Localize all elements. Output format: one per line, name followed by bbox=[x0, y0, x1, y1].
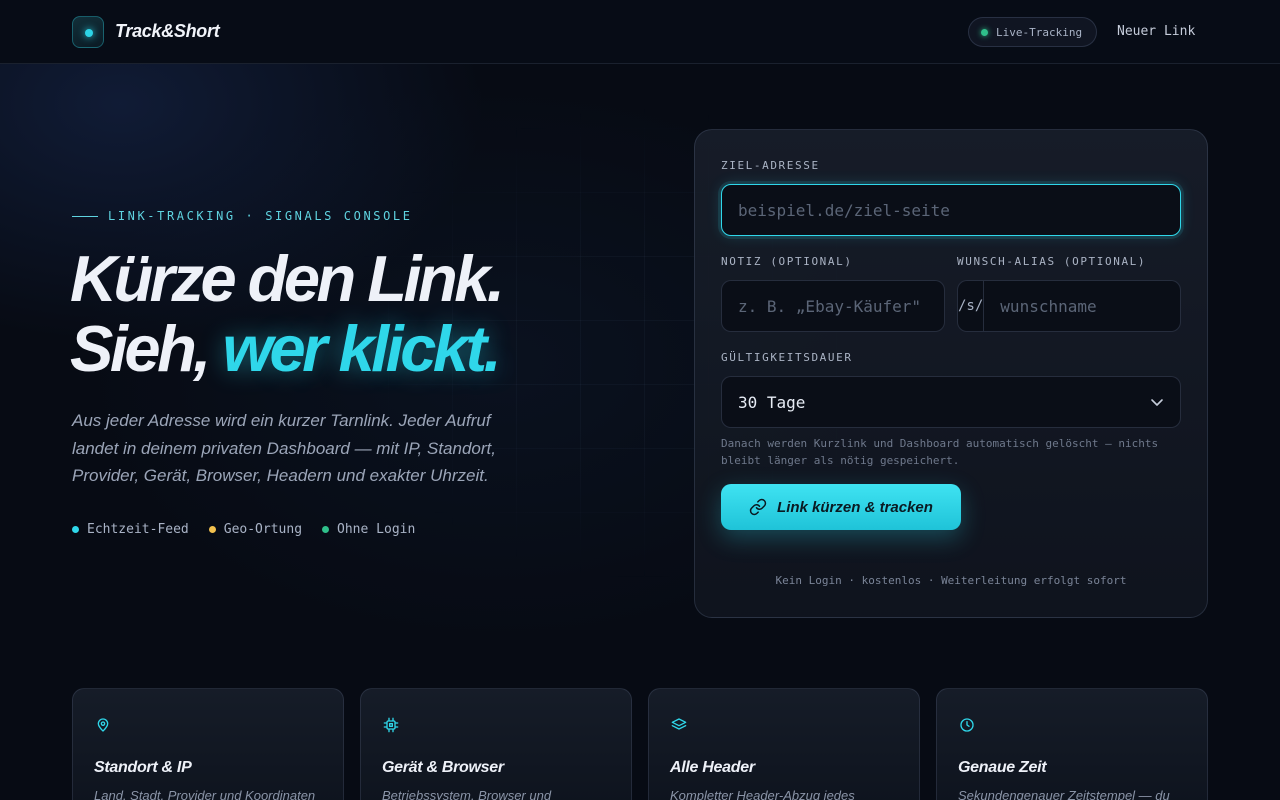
hero-lead: Aus jeder Adresse wird ein kurzer Tarnli… bbox=[72, 411, 496, 485]
feature-dot bbox=[322, 526, 330, 533]
alias-field: /s/ bbox=[957, 280, 1227, 332]
alias-prefix: /s/ bbox=[958, 281, 985, 331]
feature-card-device: Gerät & Browser Betriebssystem, Browser … bbox=[360, 688, 632, 800]
map-pin-icon bbox=[97, 718, 109, 732]
feature-card-location: Standort & IP Land, Stadt, Provider und … bbox=[72, 688, 344, 800]
shorten-and-track-button[interactable]: Link kürzen & tracken bbox=[721, 484, 961, 530]
hero-feature-item: Ohne Login bbox=[322, 522, 415, 537]
hero-feature-label: Geo-Ortung bbox=[223, 522, 303, 537]
target-url-label: ZIEL-ADRESSE bbox=[721, 159, 820, 172]
validity-label: GÜLTIGKEITSDAUER bbox=[721, 351, 853, 364]
note-input[interactable] bbox=[721, 280, 945, 332]
live-status-dot bbox=[981, 28, 988, 36]
headline-line-2-plain: Sieh, bbox=[70, 312, 223, 385]
link-icon bbox=[749, 498, 767, 516]
alias-input[interactable] bbox=[984, 281, 1227, 331]
feature-card-title: Genaue Zeit bbox=[958, 759, 1047, 776]
feature-card-desc: Kompletter Header-Abzug jedes bbox=[670, 788, 855, 800]
feature-card-headers: Alle Header Kompletter Header-Abzug jede… bbox=[648, 688, 920, 800]
note-label: NOTIZ (OPTIONAL) bbox=[721, 255, 853, 268]
hero-feature-item: Echtzeit-Feed bbox=[72, 522, 189, 537]
live-tracking-badge: Live-Tracking bbox=[968, 17, 1097, 47]
hero-eyebrow: LINK-TRACKING · SIGNALS CONSOLE bbox=[72, 209, 413, 223]
top-bar: Track&Short Live-Tracking Neuer Link bbox=[0, 0, 1280, 64]
clock-icon bbox=[960, 718, 974, 732]
shorten-form-card: ZIEL-ADRESSE NOTIZ (OPTIONAL) WUNSCH-ALI… bbox=[694, 129, 1227, 618]
cpu-chip-icon bbox=[383, 717, 399, 733]
eyebrow-line bbox=[72, 215, 98, 217]
chevron-down-icon bbox=[1151, 399, 1163, 406]
feature-card-title: Gerät & Browser bbox=[382, 759, 504, 776]
target-url-input[interactable] bbox=[721, 184, 1181, 236]
validity-value: 30 Tage bbox=[738, 392, 806, 412]
brand-name[interactable]: Track&Short bbox=[115, 21, 220, 42]
logo-icon[interactable] bbox=[72, 16, 104, 48]
logo-dot bbox=[85, 29, 93, 37]
headline-line-2-accent: wer klickt. bbox=[222, 312, 501, 385]
feature-card-desc: Sekundengenauer Zeitstempel — du bbox=[958, 788, 1170, 800]
shorten-button-label: Link kürzen & tracken bbox=[777, 498, 933, 516]
feature-card-time: Genaue Zeit Sekundengenauer Zeitstempel … bbox=[936, 688, 1208, 800]
feature-card-title: Standort & IP bbox=[94, 759, 192, 776]
feature-card-desc: Betriebssystem, Browser und bbox=[382, 788, 552, 800]
feature-dot bbox=[208, 526, 216, 533]
feature-dot bbox=[72, 526, 79, 533]
layers-icon bbox=[671, 718, 687, 730]
hero-feature-item: Geo-Ortung bbox=[208, 522, 303, 537]
feature-card-desc: Land, Stadt, Provider und Koordinaten bbox=[94, 788, 316, 800]
hero-feature-label: Ohne Login bbox=[337, 522, 416, 537]
feature-card-title: Alle Header bbox=[670, 759, 755, 776]
eyebrow-text: LINK-TRACKING · SIGNALS CONSOLE bbox=[108, 209, 413, 223]
validity-hint: Danach werden Kurzlink und Dashboard aut… bbox=[721, 437, 1159, 467]
hero-feature-list: Echtzeit-Feed Geo-Ortung Ohne Login bbox=[72, 522, 415, 537]
live-tracking-label: Live-Tracking bbox=[996, 25, 1083, 39]
hero-headline: Kürze den Link. Sieh, wer klickt. bbox=[70, 242, 505, 385]
headline-line-1: Kürze den Link. bbox=[70, 242, 505, 315]
hero-feature-label: Echtzeit-Feed bbox=[87, 522, 189, 537]
validity-select[interactable]: 30 Tage bbox=[721, 376, 1181, 428]
form-footnote: Kein Login · kostenlos · Weiterleitung e… bbox=[775, 574, 1127, 587]
new-link-button[interactable]: Neuer Link bbox=[1117, 24, 1195, 39]
alias-label: WUNSCH-ALIAS (OPTIONAL) bbox=[957, 255, 1147, 268]
